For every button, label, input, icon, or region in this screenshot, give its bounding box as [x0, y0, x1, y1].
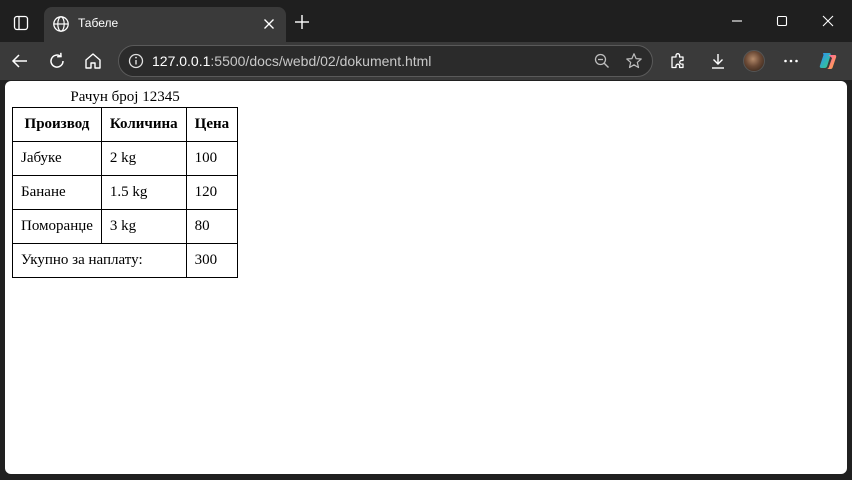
header-price: Цена	[185, 107, 239, 142]
header-quantity: Количина	[100, 107, 187, 142]
minimize-button[interactable]	[714, 6, 760, 36]
document-body: Рачун број 12345 Производ Количина Цена …	[12, 88, 239, 278]
address-bar[interactable]: 127.0.0.1:5500/docs/webd/02/dokument.htm…	[118, 45, 653, 77]
maximize-icon	[776, 15, 788, 27]
table-caption: Рачун број 12345	[70, 89, 180, 105]
plus-icon	[294, 14, 310, 30]
zoom-icon[interactable]	[593, 52, 611, 70]
favorite-star-icon[interactable]	[625, 52, 643, 70]
copilot-button[interactable]	[814, 47, 842, 75]
more-button[interactable]	[777, 47, 805, 75]
profile-avatar[interactable]	[743, 50, 765, 72]
tab-strip: Табеле	[0, 0, 852, 42]
minimize-icon	[731, 15, 743, 27]
copilot-icon	[817, 50, 839, 72]
extensions-button[interactable]	[664, 47, 692, 75]
tab-actions-button[interactable]	[8, 10, 34, 36]
url-host: 127.0.0.1	[152, 53, 211, 69]
tab-close-icon[interactable]	[260, 15, 278, 33]
header-product: Производ	[12, 107, 102, 142]
table-row: Банане 1.5 kg 120	[12, 175, 239, 210]
url-path: :5500/docs/webd/02/dokument.html	[210, 53, 432, 69]
table-row: Поморанџе 3 kg 80	[12, 209, 239, 244]
cell-quantity: 2 kg	[100, 141, 187, 176]
page-viewport: Рачун број 12345 Производ Количина Цена …	[5, 81, 847, 474]
downloads-button[interactable]	[704, 47, 732, 75]
new-tab-button[interactable]	[291, 11, 313, 33]
total-label: Укупно за наплату:	[12, 243, 187, 278]
browser-window: Табеле 127.0.0.1:5500/docs/webd/02/dokum…	[0, 0, 852, 480]
cell-price: 100	[185, 141, 239, 176]
tab-tabele[interactable]: Табеле	[44, 7, 286, 42]
back-icon	[10, 51, 30, 71]
address-url[interactable]: 127.0.0.1:5500/docs/webd/02/dokument.htm…	[152, 53, 431, 70]
total-value: 300	[185, 243, 239, 278]
home-button[interactable]	[79, 47, 107, 75]
cell-quantity: 1.5 kg	[100, 175, 187, 210]
site-info-icon[interactable]	[127, 52, 145, 70]
cell-price: 80	[185, 209, 239, 244]
globe-icon	[52, 15, 70, 33]
invoice-table: Рачун број 12345 Производ Количина Цена …	[12, 88, 239, 278]
downloads-icon	[708, 51, 728, 71]
maximize-button[interactable]	[759, 6, 805, 36]
home-icon	[83, 51, 103, 71]
browser-toolbar: 127.0.0.1:5500/docs/webd/02/dokument.htm…	[0, 42, 852, 80]
back-button[interactable]	[6, 47, 34, 75]
table-total-row: Укупно за наплату: 300	[12, 243, 239, 278]
cell-product: Банане	[12, 175, 102, 210]
extensions-icon	[668, 51, 688, 71]
cell-price: 120	[185, 175, 239, 210]
table-header-row: Производ Количина Цена	[12, 107, 239, 142]
tab-actions-icon	[13, 15, 29, 31]
more-icon	[781, 51, 801, 71]
reload-icon	[47, 51, 67, 71]
reload-button[interactable]	[43, 47, 71, 75]
window-bottom-edge	[0, 474, 852, 480]
cell-product: Јабуке	[12, 141, 102, 176]
close-window-button[interactable]	[805, 6, 851, 36]
tab-title: Табеле	[78, 16, 119, 30]
cell-product: Поморанџе	[12, 209, 102, 244]
table-row: Јабуке 2 kg 100	[12, 141, 239, 176]
cell-quantity: 3 kg	[100, 209, 187, 244]
close-icon	[822, 15, 834, 27]
